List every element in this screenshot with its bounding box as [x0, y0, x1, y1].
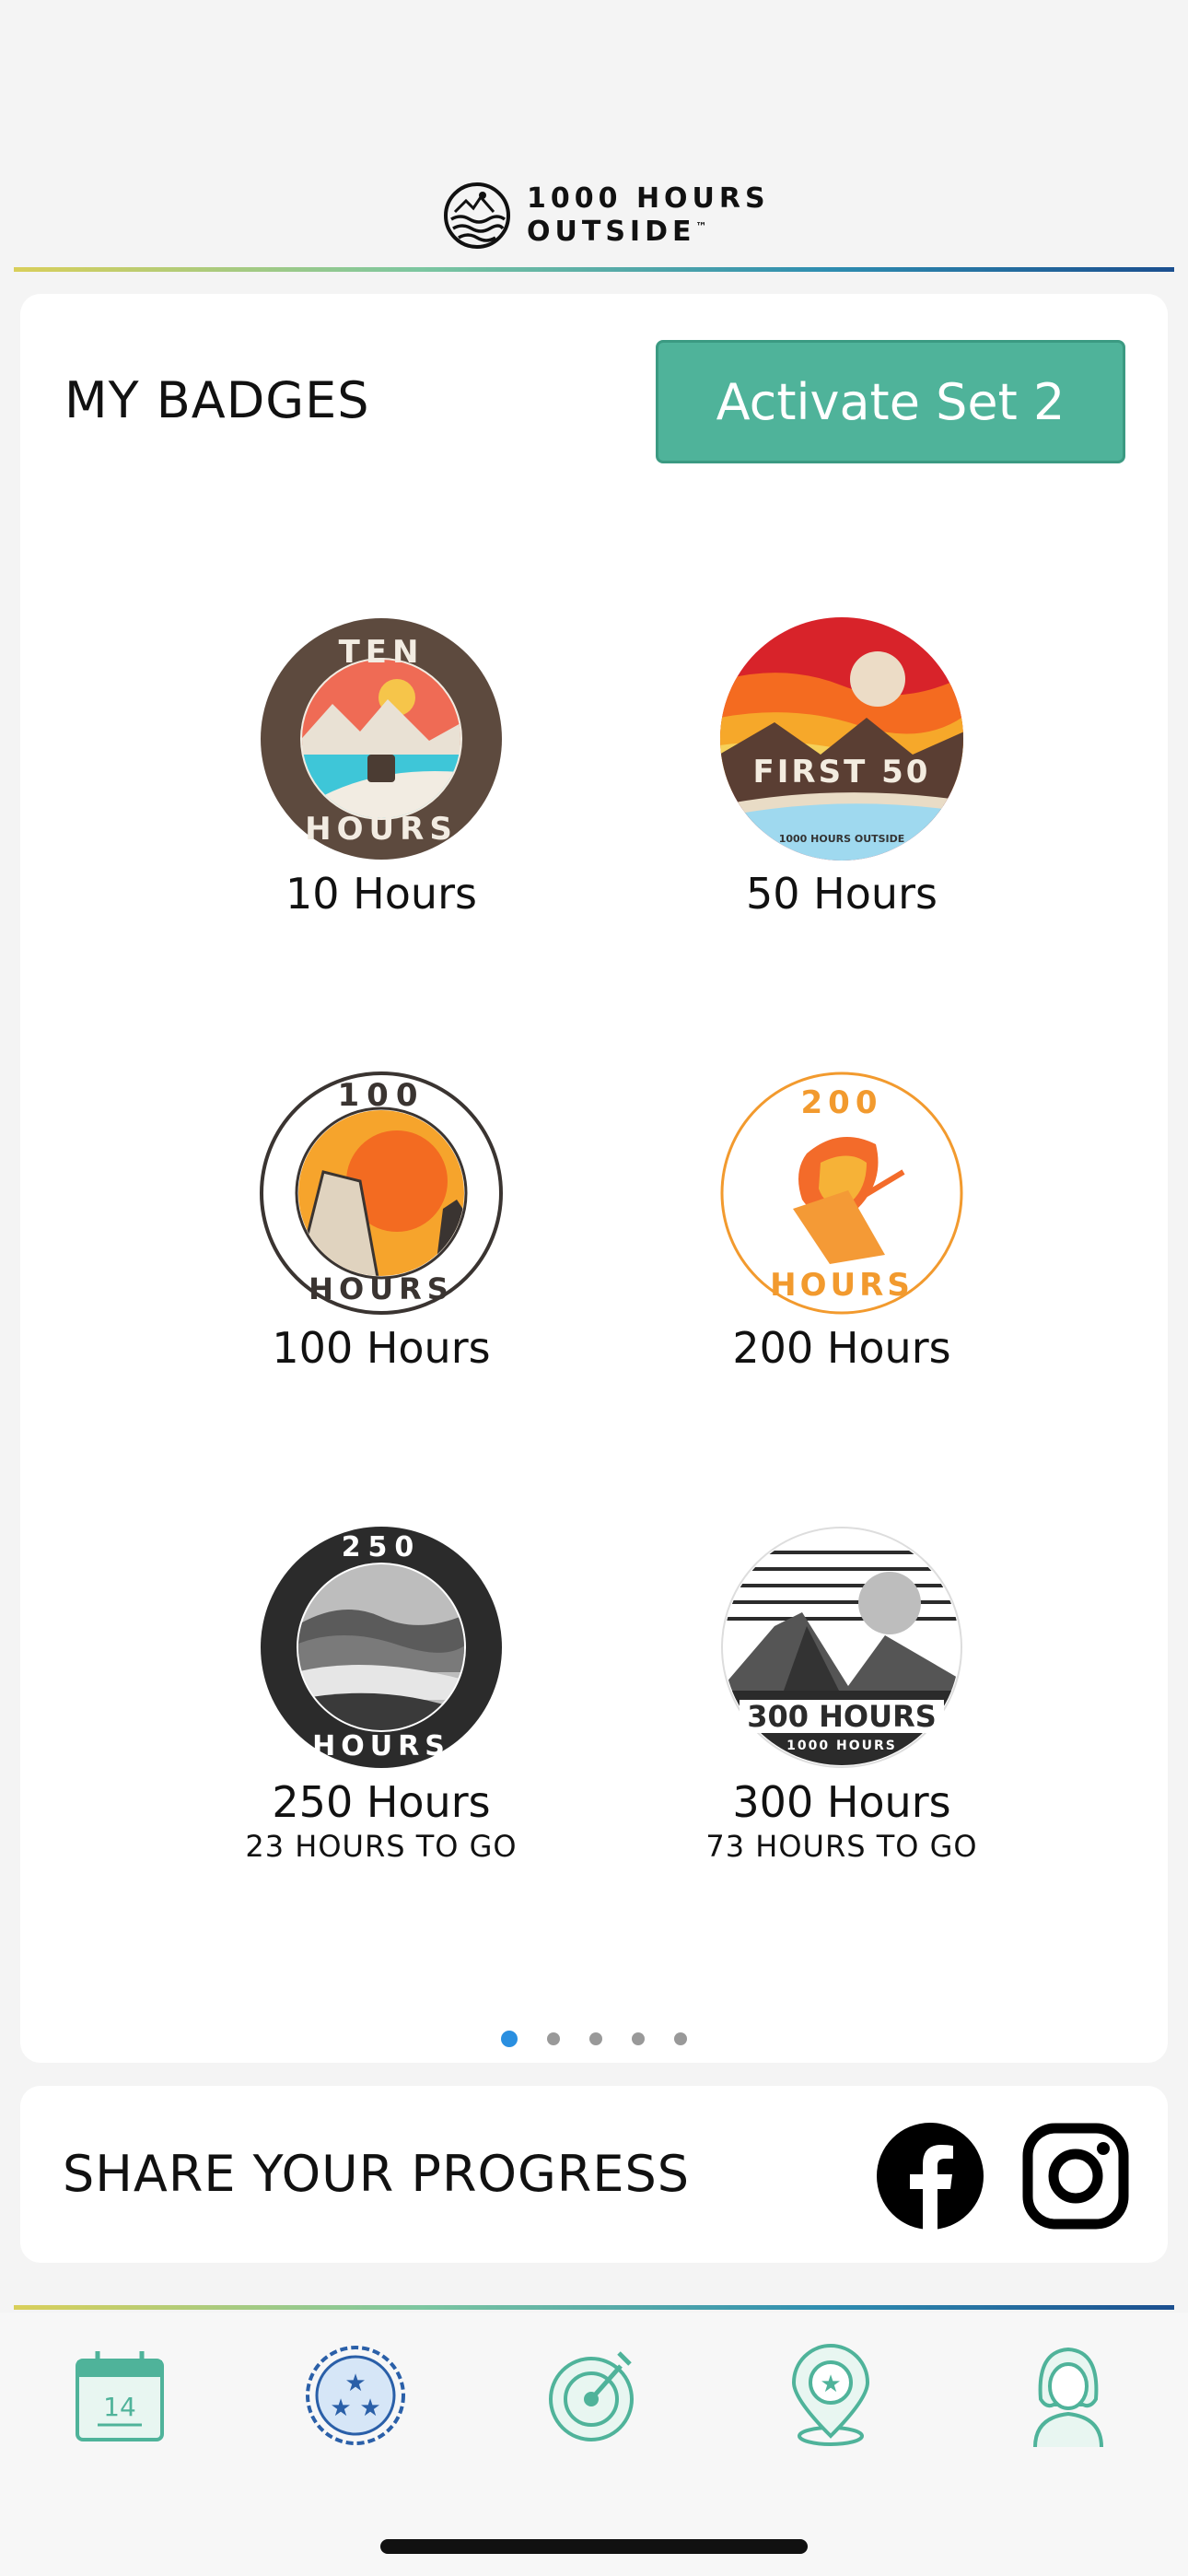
logo-line-1: 1000 HOURS	[527, 182, 770, 215]
svg-text:★: ★	[820, 2370, 841, 2397]
nav-calendar[interactable]: 14	[64, 2340, 175, 2451]
logo-mark-icon	[444, 182, 510, 249]
svg-text:★: ★	[344, 2369, 366, 2396]
svg-text:200: 200	[801, 1084, 883, 1121]
page-indicator	[20, 2031, 1168, 2047]
two-hundred-hours-badge-icon: 200 HOURS	[720, 1071, 963, 1315]
page-dot[interactable]	[547, 2032, 560, 2045]
three-hundred-hours-badge-icon: 300 HOURS 300 HOURS 1000 HOURS	[721, 1527, 962, 1768]
hours-remaining: 23 HOURS TO GO	[245, 1829, 518, 1864]
badge-label: 300 Hours	[732, 1777, 951, 1827]
svg-text:300 HOURS: 300 HOURS	[747, 1699, 937, 1734]
bottom-nav: 14 ★ ★ ★ ★	[0, 2313, 1188, 2576]
nav-timer[interactable]	[538, 2340, 648, 2451]
badge-label: 100 Hours	[272, 1323, 491, 1373]
badge-250-hours[interactable]: 250 HOURS 250 Hours 23 HOURS TO GO	[179, 1525, 584, 1864]
page-dot[interactable]	[589, 2032, 602, 2045]
home-indicator[interactable]	[380, 2539, 808, 2554]
calendar-day: 14	[103, 2392, 136, 2422]
share-card: SHARE YOUR PROGRESS	[20, 2086, 1168, 2263]
badge-label: 250 Hours	[272, 1777, 491, 1827]
profile-icon	[1033, 2347, 1103, 2448]
instagram-icon[interactable]	[1022, 2123, 1129, 2230]
svg-text:HOURS: HOURS	[770, 1267, 914, 1304]
page-dot[interactable]	[632, 2032, 645, 2045]
nav-divider	[14, 2305, 1174, 2310]
svg-text:1000 HOURS: 1000 HOURS	[786, 1739, 897, 1753]
svg-text:TEN: TEN	[339, 634, 425, 671]
two-fifty-hours-badge-icon: 250 HOURS	[261, 1527, 502, 1768]
calendar-icon: 14	[76, 2351, 164, 2441]
facebook-icon[interactable]	[877, 2123, 984, 2230]
hundred-hours-badge-icon: 100 HOURS	[260, 1071, 503, 1315]
badge-100-hours[interactable]: 100 HOURS 100 Hours	[179, 1071, 584, 1373]
badge-label: 10 Hours	[285, 869, 477, 919]
page-dot-active[interactable]	[501, 2031, 518, 2047]
badge-300-hours[interactable]: 300 HOURS 300 HOURS 1000 HOURS 300 Hours…	[639, 1525, 1044, 1864]
svg-text:★: ★	[330, 2394, 351, 2421]
svg-text:FIRST 50: FIRST 50	[753, 754, 931, 790]
app-logo: 1000 HOURS OUTSIDE™	[442, 181, 770, 251]
nav-badges[interactable]: ★ ★ ★	[300, 2340, 411, 2451]
badge-label: 200 Hours	[732, 1323, 951, 1373]
header-divider	[14, 267, 1174, 272]
svg-text:1000 HOURS OUTSIDE: 1000 HOURS OUTSIDE	[779, 833, 905, 845]
nav-map[interactable]: ★	[775, 2340, 886, 2451]
badge-10-hours[interactable]: TEN HOURS 10 Hours	[179, 616, 584, 919]
hours-remaining: 73 HOURS TO GO	[705, 1829, 978, 1864]
map-pin-icon: ★	[791, 2344, 870, 2446]
svg-text:HOURS: HOURS	[309, 1271, 454, 1306]
ten-hours-badge-icon: TEN HOURS	[261, 618, 502, 860]
svg-text:HOURS: HOURS	[305, 811, 458, 848]
svg-text:★: ★	[359, 2394, 380, 2421]
svg-text:HOURS: HOURS	[312, 1730, 450, 1762]
nav-profile[interactable]	[1013, 2340, 1124, 2451]
activate-set-button[interactable]: Activate Set 2	[656, 340, 1125, 463]
badges-card: MY BADGES Activate Set 2 TEN HOURS 10 Ho…	[20, 294, 1168, 2063]
page-dot[interactable]	[674, 2032, 687, 2045]
app-header: 1000 HOURS OUTSIDE™	[0, 0, 1188, 276]
timer-icon	[549, 2351, 634, 2441]
badges-icon: ★ ★ ★	[306, 2346, 405, 2445]
badge-200-hours[interactable]: 200 HOURS 200 Hours	[639, 1071, 1044, 1373]
badge-50-hours[interactable]: FIRST 50 1000 HOURS OUTSIDE 50 Hours	[639, 616, 1044, 919]
badge-label: 50 Hours	[746, 869, 938, 919]
first-50-badge-icon: FIRST 50 1000 HOURS OUTSIDE	[720, 617, 963, 861]
share-title: SHARE YOUR PROGRESS	[63, 2145, 691, 2203]
svg-text:100: 100	[338, 1077, 425, 1114]
svg-text:250: 250	[342, 1531, 422, 1563]
badges-title: MY BADGES	[64, 371, 370, 429]
logo-line-2: OUTSIDE	[527, 216, 696, 248]
logo-text: 1000 HOURS OUTSIDE™	[527, 182, 770, 248]
